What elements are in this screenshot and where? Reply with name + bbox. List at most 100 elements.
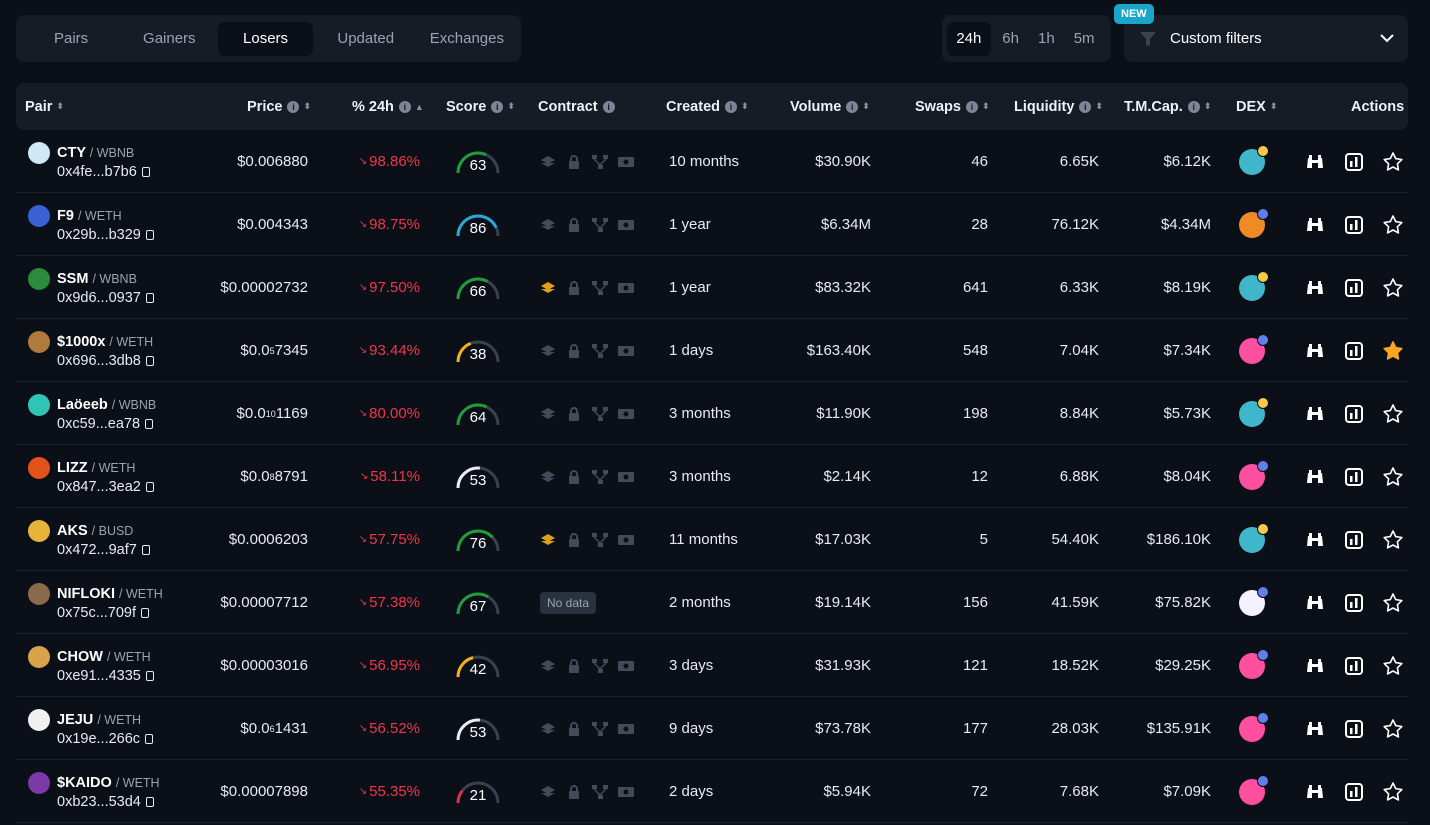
copy-icon[interactable] [145, 671, 154, 681]
binoculars-button[interactable] [1302, 382, 1328, 445]
binoculars-button[interactable] [1302, 319, 1328, 382]
chart-button[interactable] [1341, 382, 1367, 445]
header-dex[interactable]: DEX ⬍ [1236, 83, 1277, 130]
dex-cell[interactable] [1239, 382, 1269, 445]
header-price[interactable]: Price i ⬍ [247, 83, 311, 130]
chart-button[interactable] [1341, 571, 1367, 634]
table-row[interactable]: SSM / WBNB 0x9d6...0937 $0.00002732 ↘ 97.50%… [16, 256, 1408, 319]
header-pair[interactable]: Pair ⬍ [25, 83, 64, 130]
binoculars-button[interactable] [1302, 571, 1328, 634]
chart-button[interactable] [1341, 508, 1367, 571]
copy-icon[interactable] [141, 167, 150, 177]
chart-button[interactable] [1341, 256, 1367, 319]
dex-cell[interactable] [1239, 319, 1269, 382]
pair-cell[interactable]: CTY / WBNB 0x4fe...b7b6 [26, 130, 216, 193]
pair-cell[interactable]: CHOW / WETH 0xe91...4335 [26, 634, 216, 697]
pair-cell[interactable]: LIZZ / WETH 0x847...3ea2 [26, 445, 216, 508]
chart-button[interactable] [1341, 760, 1367, 823]
header-score[interactable]: Score i ⬍ [446, 83, 515, 130]
binoculars-button[interactable] [1302, 760, 1328, 823]
header-created[interactable]: Created i ⬍ [666, 83, 748, 130]
pair-cell[interactable]: AKS / BUSD 0x472...9af7 [26, 508, 216, 571]
table-row[interactable]: F9 / WETH 0x29b...b329 $0.004343 ↘ 98.75% 86 1… [16, 193, 1408, 256]
pair-cell[interactable]: NIFLOKI / WETH 0x75c...709f [26, 571, 216, 634]
table-row[interactable]: $1000x / WETH 0x696...3db8 $0.0 5 7345 ↘ 93.44… [16, 319, 1408, 382]
header-swaps[interactable]: Swaps i ⬍ [915, 83, 989, 130]
favorite-star-button[interactable] [1380, 319, 1406, 382]
pair-cell[interactable]: Laöeeb / WBNB 0xc59...ea78 [26, 382, 216, 445]
pair-cell[interactable]: $KAIDO / WETH 0xb23...53d4 [26, 760, 216, 823]
table-row[interactable]: CHOW / WETH 0xe91...4335 $0.00003016 ↘ 56.95… [16, 634, 1408, 697]
dex-cell[interactable] [1239, 508, 1269, 571]
favorite-star-button[interactable] [1380, 130, 1406, 193]
binoculars-button[interactable] [1302, 256, 1328, 319]
copy-icon[interactable] [145, 293, 154, 303]
dex-cell[interactable] [1239, 193, 1269, 256]
tab-exchanges[interactable]: Exchanges [419, 22, 515, 56]
tab-pairs[interactable]: Pairs [22, 22, 120, 56]
dex-cell[interactable] [1239, 445, 1269, 508]
binoculars-button[interactable] [1302, 193, 1328, 256]
chart-button[interactable] [1341, 445, 1367, 508]
header-liquidity[interactable]: Liquidity i ⬍ [1014, 83, 1103, 130]
binoculars-button[interactable] [1302, 508, 1328, 571]
favorite-star-button[interactable] [1380, 445, 1406, 508]
timeframe-1h[interactable]: 1h [1030, 22, 1062, 56]
pair-cell[interactable]: SSM / WBNB 0x9d6...0937 [26, 256, 216, 319]
copy-icon[interactable] [145, 356, 154, 366]
custom-filters-dropdown[interactable]: Custom filters [1124, 15, 1408, 62]
header-volume[interactable]: Volume i ⬍ [790, 83, 870, 130]
tab-updated[interactable]: Updated [313, 22, 419, 56]
binoculars-button[interactable] [1302, 130, 1328, 193]
table-row[interactable]: NIFLOKI / WETH 0x75c...709f $0.00007712 ↘ 57… [16, 571, 1408, 634]
copy-icon[interactable] [141, 545, 150, 555]
copy-icon[interactable] [145, 797, 154, 807]
chart-button[interactable] [1341, 319, 1367, 382]
favorite-star-button[interactable] [1380, 193, 1406, 256]
favorite-star-button[interactable] [1380, 697, 1406, 760]
binoculars-button[interactable] [1302, 445, 1328, 508]
header-change[interactable]: % 24h i ▲ [352, 83, 424, 130]
favorite-star-button[interactable] [1380, 508, 1406, 571]
table-row[interactable]: JEJU / WETH 0x19e...266c $0.0 6 1431 ↘ 56.52% 5… [16, 697, 1408, 760]
tab-losers[interactable]: Losers [218, 21, 313, 56]
table-row[interactable]: $KAIDO / WETH 0xb23...53d4 $0.00007898 ↘ 55.… [16, 760, 1408, 823]
favorite-star-button[interactable] [1380, 571, 1406, 634]
pair-cell[interactable]: $1000x / WETH 0x696...3db8 [26, 319, 216, 382]
timeframe-5m[interactable]: 5m [1062, 22, 1106, 56]
chart-button[interactable] [1341, 697, 1367, 760]
table-row[interactable]: AKS / BUSD 0x472...9af7 $0.0006203 ↘ 57.75% 7… [16, 508, 1408, 571]
favorite-star-button[interactable] [1380, 760, 1406, 823]
favorite-star-button[interactable] [1380, 634, 1406, 697]
pair-cell[interactable]: JEJU / WETH 0x19e...266c [26, 697, 216, 760]
table-row[interactable]: Laöeeb / WBNB 0xc59...ea78 $0.0 10 1169 ↘ 80.0… [16, 382, 1408, 445]
dex-cell[interactable] [1239, 256, 1269, 319]
copy-icon[interactable] [145, 230, 154, 240]
dex-cell[interactable] [1239, 571, 1269, 634]
favorite-star-button[interactable] [1380, 382, 1406, 445]
tab-gainers[interactable]: Gainers [120, 22, 218, 56]
chart-icon [1345, 215, 1363, 234]
chart-button[interactable] [1341, 130, 1367, 193]
table-row[interactable]: CTY / WBNB 0x4fe...b7b6 $0.006880 ↘ 98.86% 63… [16, 130, 1408, 193]
binoculars-button[interactable] [1302, 697, 1328, 760]
timeframe-6h[interactable]: 6h [991, 22, 1031, 56]
copy-icon[interactable] [145, 419, 154, 429]
table-row[interactable]: LIZZ / WETH 0x847...3ea2 $0.0 8 8791 ↘ 58.11% 5… [16, 445, 1408, 508]
timeframe-24h[interactable]: 24h [947, 21, 991, 56]
copy-icon[interactable] [145, 734, 154, 744]
dex-cell[interactable] [1239, 634, 1269, 697]
dex-logo-icon [1239, 396, 1269, 427]
binoculars-button[interactable] [1302, 634, 1328, 697]
dex-cell[interactable] [1239, 697, 1269, 760]
chart-button[interactable] [1341, 193, 1367, 256]
copy-icon[interactable] [145, 482, 154, 492]
copy-icon[interactable] [141, 608, 149, 618]
dex-cell[interactable] [1239, 130, 1269, 193]
header-mcap[interactable]: T.M.Cap. i ⬍ [1124, 83, 1211, 130]
chart-button[interactable] [1341, 634, 1367, 697]
change-value: 57.38% [369, 594, 420, 611]
pair-cell[interactable]: F9 / WETH 0x29b...b329 [26, 193, 216, 256]
favorite-star-button[interactable] [1380, 256, 1406, 319]
dex-cell[interactable] [1239, 760, 1269, 823]
